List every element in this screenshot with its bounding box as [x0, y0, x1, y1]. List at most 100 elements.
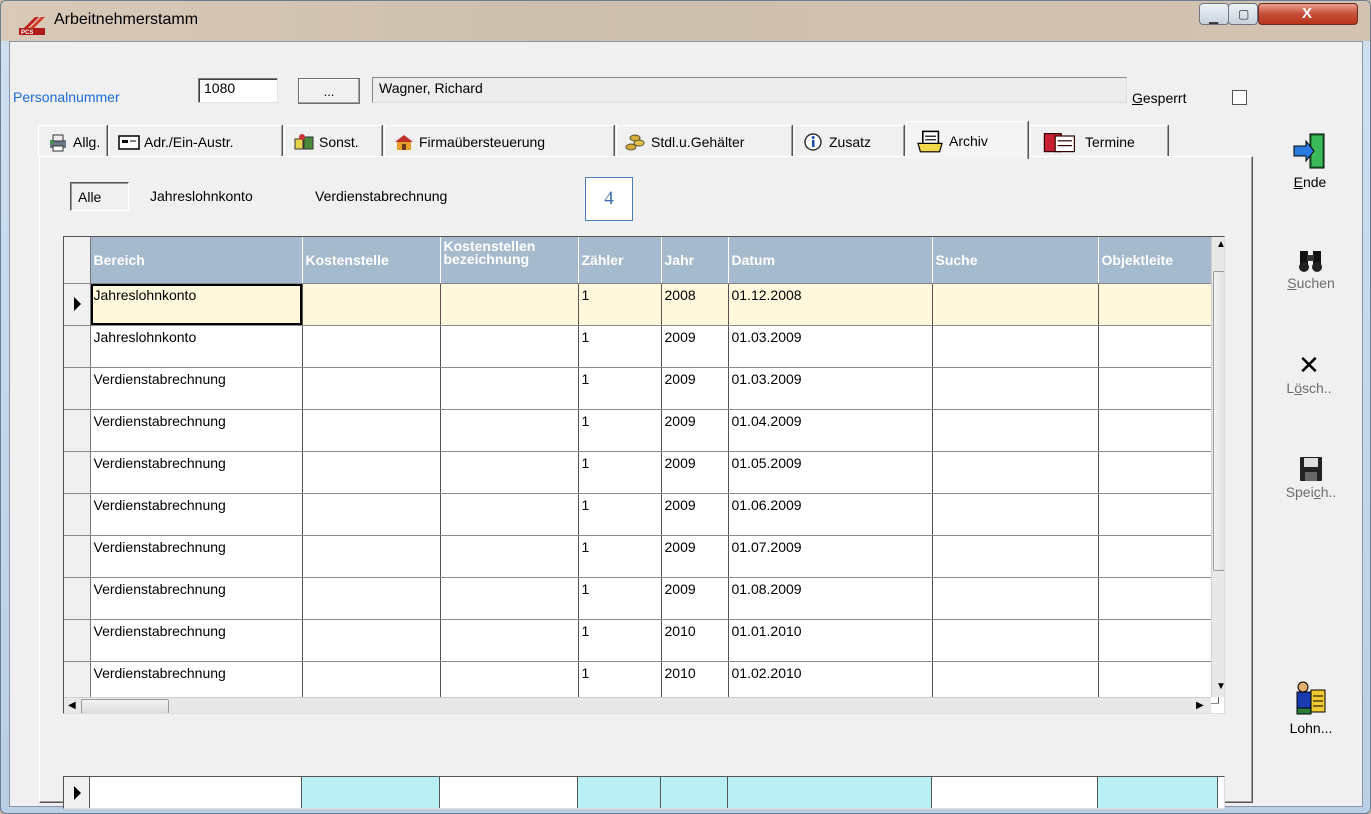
- table-cell[interactable]: [440, 409, 579, 452]
- scroll-up-icon[interactable]: ▲: [1216, 239, 1224, 250]
- table-cell[interactable]: [1098, 451, 1219, 494]
- row-selector[interactable]: [64, 535, 91, 578]
- table-cell[interactable]: [932, 451, 1099, 494]
- gesperrt-checkbox[interactable]: [1232, 90, 1247, 105]
- table-cell[interactable]: [1098, 283, 1219, 326]
- table-cell[interactable]: [932, 619, 1099, 662]
- table-cell[interactable]: Verdienstabrechnung: [90, 493, 303, 536]
- row-selector[interactable]: [64, 325, 91, 368]
- title-bar[interactable]: PCS Arbeitnehmerstamm ▁ ▢ X: [1, 1, 1370, 41]
- table-cell[interactable]: [440, 535, 579, 578]
- table-cell[interactable]: 2008: [661, 283, 729, 326]
- lookup-button[interactable]: ...: [298, 78, 360, 104]
- table-cell[interactable]: 1: [578, 325, 662, 368]
- table-cell[interactable]: 1: [578, 283, 662, 326]
- table-cell[interactable]: 2009: [661, 325, 729, 368]
- table-cell[interactable]: [1098, 619, 1219, 662]
- totals-cell[interactable]: [932, 777, 1098, 808]
- table-cell[interactable]: Verdienstabrechnung: [90, 451, 303, 494]
- tab-termine[interactable]: Termine: [1030, 125, 1168, 157]
- table-cell[interactable]: [440, 451, 579, 494]
- table-cell[interactable]: 01.05.2009: [728, 451, 933, 494]
- totals-cell[interactable]: [661, 777, 728, 808]
- table-cell[interactable]: Verdienstabrechnung: [90, 409, 303, 452]
- table-cell[interactable]: 1: [578, 493, 662, 536]
- table-cell[interactable]: [302, 619, 441, 662]
- table-cell[interactable]: [440, 619, 579, 662]
- table-cell[interactable]: 01.04.2009: [728, 409, 933, 452]
- table-cell[interactable]: 1: [578, 535, 662, 578]
- row-selector[interactable]: [64, 493, 91, 536]
- ende-button[interactable]: Ende: [1275, 130, 1345, 190]
- column-header[interactable]: Datum: [728, 237, 933, 284]
- close-button[interactable]: X: [1258, 3, 1358, 25]
- column-header[interactable]: Suche: [932, 237, 1099, 284]
- column-header[interactable]: Bereich: [90, 237, 303, 284]
- tab-adr-ein-austr[interactable]: Adr./Ein-Austr.: [109, 125, 282, 157]
- scroll-right-icon[interactable]: ▶: [1196, 700, 1204, 711]
- table-cell[interactable]: Verdienstabrechnung: [90, 619, 303, 662]
- vertical-scroll-thumb[interactable]: [1213, 271, 1224, 571]
- column-header[interactable]: Kostenstelle: [302, 237, 441, 284]
- totals-cell[interactable]: [302, 777, 440, 808]
- table-cell[interactable]: Verdienstabrechnung: [90, 577, 303, 620]
- table-cell[interactable]: 01.03.2009: [728, 367, 933, 410]
- table-cell[interactable]: [1098, 367, 1219, 410]
- table-cell[interactable]: [932, 283, 1099, 326]
- table-cell[interactable]: [302, 493, 441, 536]
- tab-firmauebersteuerung[interactable]: Firmaübersteuerung: [384, 125, 614, 157]
- table-cell[interactable]: [932, 325, 1099, 368]
- minimize-button[interactable]: ▁: [1199, 3, 1229, 25]
- row-selector[interactable]: [64, 451, 91, 494]
- table-cell[interactable]: Jahreslohnkonto: [90, 283, 303, 326]
- totals-cell[interactable]: [440, 777, 578, 808]
- table-cell[interactable]: [440, 325, 579, 368]
- table-cell[interactable]: 1: [578, 619, 662, 662]
- table-cell[interactable]: 2009: [661, 535, 729, 578]
- table-cell[interactable]: [440, 493, 579, 536]
- vertical-scrollbar[interactable]: ▲ ▼: [1211, 237, 1224, 697]
- table-cell[interactable]: 2009: [661, 577, 729, 620]
- filter-verdienstabrechnung[interactable]: Verdienstabrechnung: [315, 188, 447, 204]
- table-cell[interactable]: [932, 577, 1099, 620]
- table-cell[interactable]: [932, 493, 1099, 536]
- totals-cell[interactable]: [578, 777, 661, 808]
- table-cell[interactable]: Verdienstabrechnung: [90, 367, 303, 410]
- column-header[interactable]: Objektleite: [1098, 237, 1219, 284]
- tab-allg[interactable]: Allg.: [38, 125, 107, 157]
- table-cell[interactable]: 01.06.2009: [728, 493, 933, 536]
- table-cell[interactable]: 2010: [661, 619, 729, 662]
- column-header[interactable]: Jahr: [661, 237, 729, 284]
- table-cell[interactable]: Jahreslohnkonto: [90, 325, 303, 368]
- loeschen-button[interactable]: ✕ Lösch..: [1274, 352, 1344, 396]
- filter-alle[interactable]: Alle: [70, 182, 129, 211]
- table-cell[interactable]: 2009: [661, 451, 729, 494]
- table-cell[interactable]: 2009: [661, 367, 729, 410]
- table-cell[interactable]: [1098, 409, 1219, 452]
- table-cell[interactable]: 2009: [661, 493, 729, 536]
- table-cell[interactable]: 2009: [661, 409, 729, 452]
- table-row[interactable]: Verdienstabrechnung 1 2009 01.06.2009: [64, 493, 1219, 536]
- table-cell[interactable]: [1098, 325, 1219, 368]
- table-cell[interactable]: [1098, 535, 1219, 578]
- table-cell[interactable]: [302, 367, 441, 410]
- table-row[interactable]: Verdienstabrechnung 1 2009 01.04.2009: [64, 409, 1219, 452]
- table-cell[interactable]: [1098, 577, 1219, 620]
- totals-cell[interactable]: [1098, 777, 1218, 808]
- table-cell[interactable]: [932, 409, 1099, 452]
- suchen-button[interactable]: Suchen: [1276, 247, 1346, 291]
- table-row[interactable]: Jahreslohnkonto 1 2008 01.12.2008: [64, 283, 1219, 326]
- personalnummer-field[interactable]: 1080: [198, 78, 278, 103]
- table-row[interactable]: Verdienstabrechnung 1 2010 01.01.2010: [64, 619, 1219, 662]
- tab-archiv[interactable]: Archiv: [906, 121, 1028, 159]
- table-cell[interactable]: 01.07.2009: [728, 535, 933, 578]
- table-row[interactable]: Verdienstabrechnung 1 2009 01.08.2009: [64, 577, 1219, 620]
- table-cell[interactable]: [1098, 493, 1219, 536]
- horizontal-scroll-thumb[interactable]: [81, 699, 169, 713]
- tab-stdl-u-gehaelter[interactable]: Stdl.u.Gehälter: [616, 125, 792, 157]
- scroll-left-icon[interactable]: ◀: [68, 700, 76, 711]
- table-cell[interactable]: [302, 451, 441, 494]
- archive-grid[interactable]: Bereich Kostenstelle Kostenstellen bezei…: [63, 236, 1225, 714]
- speichern-button[interactable]: Speich..: [1276, 456, 1346, 500]
- lohn-button[interactable]: Lohn...: [1276, 678, 1346, 736]
